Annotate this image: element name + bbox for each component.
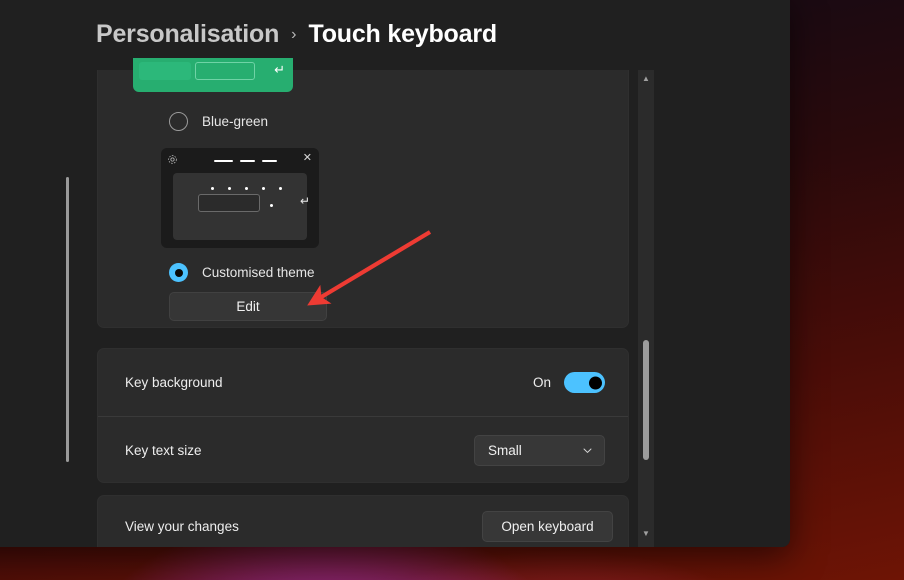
preview-suggestion-bar [240,160,255,162]
key-background-control: On [533,372,605,393]
desktop-wallpaper: Personalisation › Touch keyboard ↵ Blue-… [0,0,904,580]
key-text-size-value: Small [488,442,522,458]
preview-enter-icon: ↵ [299,194,310,208]
settings-window: Personalisation › Touch keyboard ↵ Blue-… [0,0,790,547]
content-pane: Personalisation › Touch keyboard ↵ Blue-… [70,0,790,547]
preview-key [139,62,191,80]
breadcrumb-parent[interactable]: Personalisation [96,20,279,49]
keyboard-settings-icon [168,155,177,164]
navigation-pane [0,0,69,547]
key-background-state-label: On [532,375,551,390]
close-icon: ✕ [302,152,312,164]
setting-label-key-text-size: Key text size [125,442,202,458]
radio-option-blue-green[interactable]: Blue-green [169,112,268,131]
setting-row-key-background: Key background On [98,349,628,416]
radio-label-blue-green: Blue-green [202,114,269,129]
setting-label-key-background: Key background [125,375,223,390]
preview-suggestion-bar [214,160,233,162]
chevron-down-icon [583,448,592,453]
preview-suggestion-bar [262,160,277,162]
breadcrumb: Personalisation › Touch keyboard [96,20,497,49]
scroll-up-arrow-icon[interactable]: ▲ [638,70,654,86]
radio-indicator-blue-green[interactable] [169,112,188,131]
radio-option-customised-theme[interactable]: Customised theme [169,263,315,282]
preview-spacebar [195,62,255,80]
setting-row-key-text-size: Key text size Small [98,416,628,483]
key-text-size-dropdown[interactable]: Small [474,434,605,466]
breadcrumb-separator-icon: › [291,25,297,43]
theme-preview-customised[interactable]: ✕ ↵ [161,148,319,248]
radio-indicator-customised-theme[interactable] [169,263,188,282]
preview-enter-icon: ↵ [274,62,285,77]
theme-preview-blue-green[interactable]: ↵ [133,58,293,92]
setting-label-view-your-changes: View your changes [125,518,239,534]
keyboard-theme-card: ↵ Blue-green ✕ ↵ Customised theme Edit [97,58,629,328]
settings-scroll-viewport: ↵ Blue-green ✕ ↵ Customised theme Edit K… [70,58,636,547]
radio-label-customised-theme: Customised theme [202,265,315,280]
key-background-toggle[interactable] [564,372,605,393]
keyboard-settings-card: Key background On Key text size Small [97,348,629,483]
scroll-down-arrow-icon[interactable]: ▼ [638,525,654,541]
open-keyboard-button[interactable]: Open keyboard [482,510,613,542]
nav-scrollbar[interactable] [66,177,69,462]
preview-spacebar [198,194,260,212]
page-title: Touch keyboard [308,20,498,48]
view-changes-card: View your changes Open keyboard [97,495,629,547]
scrollbar-thumb[interactable] [643,340,649,460]
content-scrollbar[interactable]: ▲ ▼ [638,70,654,547]
edit-button[interactable]: Edit [169,292,327,321]
